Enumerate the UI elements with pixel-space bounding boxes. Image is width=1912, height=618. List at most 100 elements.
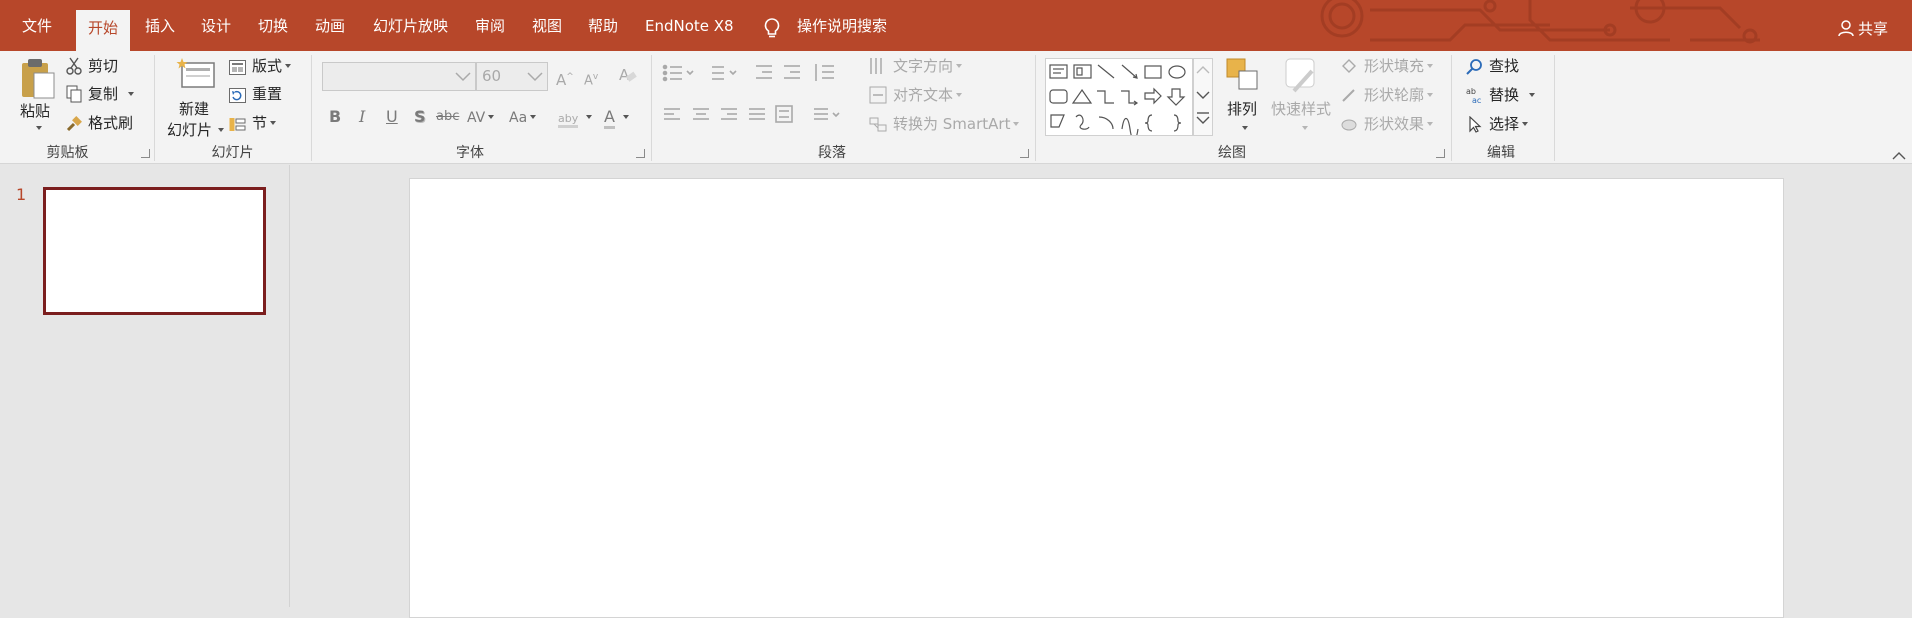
align-text-dropdown-icon[interactable] — [956, 93, 963, 97]
clear-formatting-icon[interactable]: A — [618, 65, 638, 85]
tab-review[interactable]: 审阅 — [475, 14, 505, 38]
lightbulb-icon[interactable] — [763, 17, 781, 39]
paste-button[interactable]: 粘贴 — [18, 55, 58, 140]
format-painter-button[interactable]: 格式刷 — [66, 113, 133, 133]
spacing-dropdown-icon[interactable] — [488, 115, 495, 119]
bold-button[interactable]: B — [329, 107, 341, 127]
grow-font-button[interactable]: A^ — [556, 67, 574, 90]
shapes-gallery[interactable] — [1045, 58, 1193, 136]
shape-effects-button[interactable]: 形状效果 — [1340, 114, 1434, 134]
change-case-button[interactable]: Aa — [509, 107, 537, 128]
replace-label: 替换 — [1489, 86, 1520, 104]
tab-file[interactable]: 文件 — [22, 14, 52, 38]
underline-button[interactable]: U — [386, 107, 398, 127]
text-direction-button[interactable]: 文字方向 — [869, 56, 963, 76]
cut-button[interactable]: 剪切 — [66, 56, 118, 76]
arrange-label: 排列 — [1227, 100, 1258, 118]
paragraph-dialog-launcher[interactable] — [1020, 149, 1029, 158]
smartart-dropdown-icon[interactable] — [1013, 122, 1020, 126]
paste-dropdown-icon[interactable] — [36, 126, 42, 130]
tab-home[interactable]: 开始 — [76, 10, 131, 51]
svg-text:A: A — [619, 66, 630, 84]
group-divider — [1035, 55, 1036, 161]
select-label: 选择 — [1489, 115, 1520, 133]
quick-styles-button[interactable]: 快速样式 — [1270, 55, 1334, 140]
share-button[interactable]: 共享 — [1838, 18, 1888, 40]
tab-insert[interactable]: 插入 — [145, 14, 175, 38]
replace-dropdown-icon[interactable] — [1529, 93, 1536, 97]
shrink-font-button[interactable]: Av — [584, 67, 598, 91]
tab-transitions[interactable]: 切换 — [258, 14, 288, 38]
section-button[interactable]: 节 — [229, 113, 277, 133]
font-name-combobox[interactable] — [322, 62, 476, 91]
arrange-icon — [1226, 58, 1258, 90]
shrink-font-label: A — [584, 73, 593, 89]
tell-me-search[interactable]: 操作说明搜索 — [797, 14, 887, 38]
copy-dropdown-icon[interactable] — [128, 92, 135, 96]
slide-canvas[interactable] — [409, 178, 1784, 618]
select-dropdown-icon[interactable] — [1522, 122, 1529, 126]
ribbon-tab-bar: 文件 开始 插入 设计 切换 动画 幻灯片放映 审阅 视图 帮助 EndNote… — [0, 0, 1912, 51]
font-size-combobox[interactable]: 60 — [476, 62, 548, 91]
font-color-label: A — [604, 107, 615, 129]
copy-label: 复制 — [88, 85, 119, 103]
quick-styles-dropdown-icon[interactable] — [1302, 126, 1308, 130]
shape-effects-icon — [1341, 119, 1357, 131]
highlight-label: aby — [558, 112, 579, 128]
select-button[interactable]: 选择 — [1466, 114, 1529, 134]
tab-view[interactable]: 视图 — [532, 14, 562, 38]
cursor-arrow-icon — [1469, 116, 1482, 133]
layout-button[interactable]: 版式 — [229, 56, 292, 76]
font-dialog-launcher[interactable] — [636, 149, 645, 158]
chevron-down-icon[interactable] — [455, 72, 471, 82]
shape-fill-dropdown-icon[interactable] — [1427, 64, 1434, 68]
collapse-ribbon-icon[interactable] — [1892, 151, 1906, 160]
font-color-button[interactable]: A — [604, 107, 629, 129]
arrange-button[interactable]: 排列 — [1221, 55, 1265, 140]
character-spacing-button[interactable]: AV — [467, 107, 495, 128]
new-slide-label-line1: 新建 — [179, 100, 210, 118]
drawing-group-label: 绘图 — [1218, 145, 1246, 161]
reset-button[interactable]: 重置 — [229, 84, 282, 104]
scissors-icon — [66, 57, 82, 75]
new-slide-dropdown-icon[interactable] — [218, 128, 224, 132]
copy-button[interactable]: 复制 — [66, 84, 135, 104]
shape-outline-button[interactable]: 形状轮廓 — [1340, 85, 1434, 105]
font-color-dropdown-icon[interactable] — [622, 115, 629, 119]
tab-animations[interactable]: 动画 — [315, 14, 345, 38]
arrange-dropdown-icon[interactable] — [1242, 126, 1248, 130]
chevron-down-icon[interactable] — [527, 72, 543, 82]
svg-text:ab: ab — [1466, 87, 1476, 96]
clipboard-group-label: 剪贴板 — [46, 145, 89, 161]
italic-button[interactable]: I — [359, 107, 365, 127]
layout-dropdown-icon[interactable] — [285, 64, 292, 68]
highlight-dropdown-icon[interactable] — [586, 115, 593, 119]
paste-label: 粘贴 — [20, 102, 51, 120]
shape-outline-dropdown-icon[interactable] — [1427, 93, 1434, 97]
shape-fill-button[interactable]: 形状填充 — [1340, 56, 1434, 76]
section-dropdown-icon[interactable] — [270, 121, 277, 125]
new-slide-label-line2: 幻灯片 — [167, 121, 213, 139]
drawing-dialog-launcher[interactable] — [1436, 149, 1445, 158]
tab-help[interactable]: 帮助 — [588, 14, 618, 38]
slide-thumbnail[interactable] — [43, 187, 266, 315]
new-slide-button[interactable]: 新建 幻灯片 — [163, 55, 229, 140]
tab-endnote[interactable]: EndNote X8 — [645, 14, 734, 38]
find-label: 查找 — [1489, 57, 1520, 75]
convert-smartart-button[interactable]: 转换为 SmartArt — [869, 114, 1020, 134]
text-direction-label: 文字方向 — [893, 57, 954, 75]
text-shadow-button[interactable]: S — [414, 107, 426, 127]
share-label: 共享 — [1858, 20, 1889, 38]
replace-button[interactable]: ab ac 替换 — [1466, 85, 1536, 105]
clipboard-dialog-launcher[interactable] — [141, 149, 150, 158]
case-dropdown-icon[interactable] — [530, 115, 537, 119]
find-button[interactable]: 查找 — [1466, 56, 1519, 76]
shape-effects-dropdown-icon[interactable] — [1427, 122, 1434, 126]
shapes-gallery-scroll[interactable] — [1193, 58, 1213, 136]
text-direction-dropdown-icon[interactable] — [956, 64, 963, 68]
align-text-button[interactable]: 对齐文本 — [869, 85, 963, 105]
highlight-color-button[interactable]: aby — [558, 107, 593, 129]
strikethrough-button[interactable]: abc — [436, 107, 459, 127]
tab-slide-show[interactable]: 幻灯片放映 — [373, 14, 448, 38]
tab-design[interactable]: 设计 — [201, 14, 231, 38]
